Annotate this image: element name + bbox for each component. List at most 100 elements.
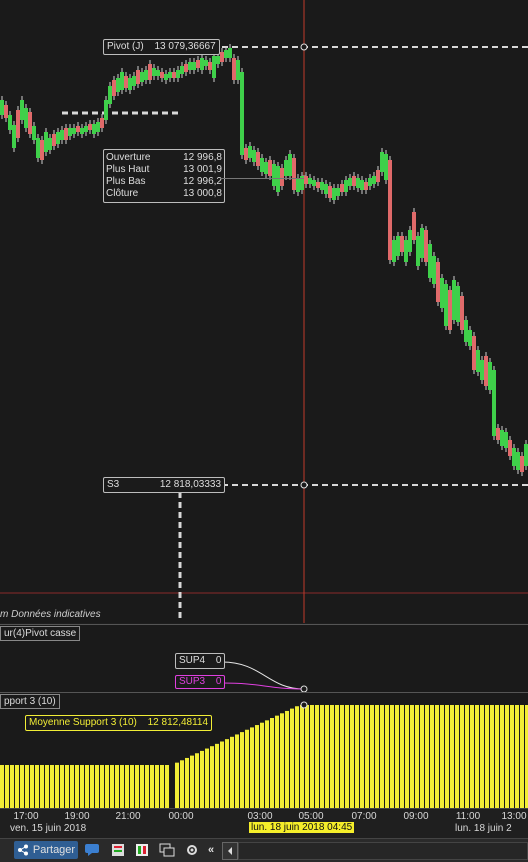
candlestick-chart[interactable]: [0, 0, 528, 623]
candle-body: [304, 176, 308, 184]
time-axis[interactable]: 17:00 19:00 21:00 00:00 03:00 05:00 07:0…: [0, 808, 528, 839]
histogram-bar: [440, 705, 444, 809]
histogram-bar: [15, 765, 19, 809]
histogram-bar: [490, 705, 494, 809]
candle-body: [496, 428, 500, 440]
candle-body: [268, 160, 272, 176]
histogram-bar: [35, 765, 39, 809]
candle-body: [488, 362, 492, 390]
cursor-date-label: lun. 18 juin 2018 04:45: [249, 822, 355, 833]
candle-body: [404, 240, 408, 262]
time-tick: 13:00: [501, 811, 527, 822]
ohlc-high-label: Plus Haut: [106, 164, 150, 175]
candle-body: [348, 178, 352, 186]
time-tick: 03:00: [247, 811, 273, 822]
candle-body: [216, 56, 220, 64]
histogram-bar: [45, 765, 49, 809]
s3-label: S3: [107, 479, 120, 490]
collapse-button[interactable]: «: [204, 841, 218, 859]
candle-body: [372, 176, 376, 184]
orders-button[interactable]: [109, 841, 127, 859]
histogram-bar: [395, 705, 399, 809]
candle-body: [188, 62, 192, 70]
price-chart-panel[interactable]: Pivot (J) 13 079,36667 Ouverture 12 996,8…: [0, 0, 528, 623]
histogram-bar: [250, 727, 254, 809]
histogram-bar: [430, 705, 434, 809]
candle-body: [388, 160, 392, 260]
candle-body: [412, 212, 416, 240]
pivot-label-box: Pivot (J) 13 079,36667: [103, 39, 220, 55]
candle-body: [420, 228, 424, 258]
scroll-left-button[interactable]: [222, 842, 238, 860]
candle-body: [480, 360, 484, 380]
candle-body: [416, 236, 420, 266]
time-tick: 00:00: [168, 811, 194, 822]
histogram-bar: [295, 706, 299, 809]
candle-body: [48, 138, 52, 150]
histogram-bar: [20, 765, 24, 809]
candle-body: [204, 60, 208, 66]
candle-body: [288, 154, 292, 176]
comment-button[interactable]: [83, 841, 101, 859]
histogram-bar: [205, 748, 209, 809]
s3-label-box: S3 12 818,03333: [103, 477, 225, 493]
sup4-line: [221, 661, 305, 690]
time-tick: 09:00: [403, 811, 429, 822]
histogram-bar: [210, 746, 214, 809]
histogram-bar: [185, 757, 189, 809]
histogram-bar: [365, 705, 369, 809]
avg-support-label: Moyenne Support 3 (10): [29, 717, 137, 728]
candle-body: [476, 350, 480, 372]
time-tick: 07:00: [351, 811, 377, 822]
candle-body: [224, 50, 228, 58]
ohlc-high-value: 13 001,9: [183, 164, 222, 175]
pivot-cursor-marker: [300, 43, 308, 51]
histogram-bar: [10, 765, 14, 809]
sup3-value: 0: [215, 676, 222, 687]
histogram-bar: [300, 705, 304, 809]
candle-body: [196, 60, 200, 68]
candle-body: [360, 180, 364, 190]
histogram-bar: [325, 705, 329, 809]
pivot-casse-indicator-panel[interactable]: ur(4)Pivot casse SUP4 0 SUP3 0: [0, 624, 528, 692]
candle-body: [8, 115, 12, 130]
sup4-value: 0: [215, 655, 222, 666]
screens-button[interactable]: [158, 841, 176, 859]
candle-body: [380, 152, 384, 172]
histogram-bar: [275, 715, 279, 809]
candle-body: [0, 100, 4, 115]
horizontal-scrollbar[interactable]: [238, 842, 528, 860]
candle-body: [484, 356, 488, 386]
histogram-bar: [60, 765, 64, 809]
histogram-bar: [390, 705, 394, 809]
drawing-button[interactable]: [133, 841, 151, 859]
histogram-bar: [105, 765, 109, 809]
histogram-bar: [180, 760, 184, 809]
avg-support-label-box: Moyenne Support 3 (10) 12 812,48114: [25, 715, 213, 731]
histogram-bar: [485, 705, 489, 809]
ohlc-open-value: 12 996,8: [183, 152, 222, 163]
s3-value: 12 818,03333: [159, 479, 221, 490]
histogram-bar: [40, 765, 44, 809]
histogram-bar: [150, 765, 154, 809]
candle-body: [316, 182, 320, 188]
candle-body: [64, 128, 68, 140]
histogram-bar: [260, 722, 264, 809]
candle-body: [464, 320, 468, 342]
candle-body: [308, 178, 312, 184]
histogram-bar: [80, 765, 84, 809]
share-button[interactable]: Partager: [14, 841, 78, 859]
histogram-bar: [420, 705, 424, 809]
candle-body: [124, 76, 128, 88]
candle-body: [472, 336, 476, 370]
sup3-label-box: SUP3 0: [175, 675, 226, 689]
candle-body: [68, 128, 72, 136]
candle-body: [92, 124, 96, 134]
histogram-bar: [385, 705, 389, 809]
moyenne-support-indicator-panel[interactable]: pport 3 (10) Moyenne Support 3 (10) 12 8…: [0, 692, 528, 809]
indicator2-title: pport 3 (10): [0, 694, 60, 709]
settings-button[interactable]: [183, 841, 201, 859]
candle-body: [232, 58, 236, 80]
histogram-bar: [115, 765, 119, 809]
candle-body: [452, 280, 456, 320]
